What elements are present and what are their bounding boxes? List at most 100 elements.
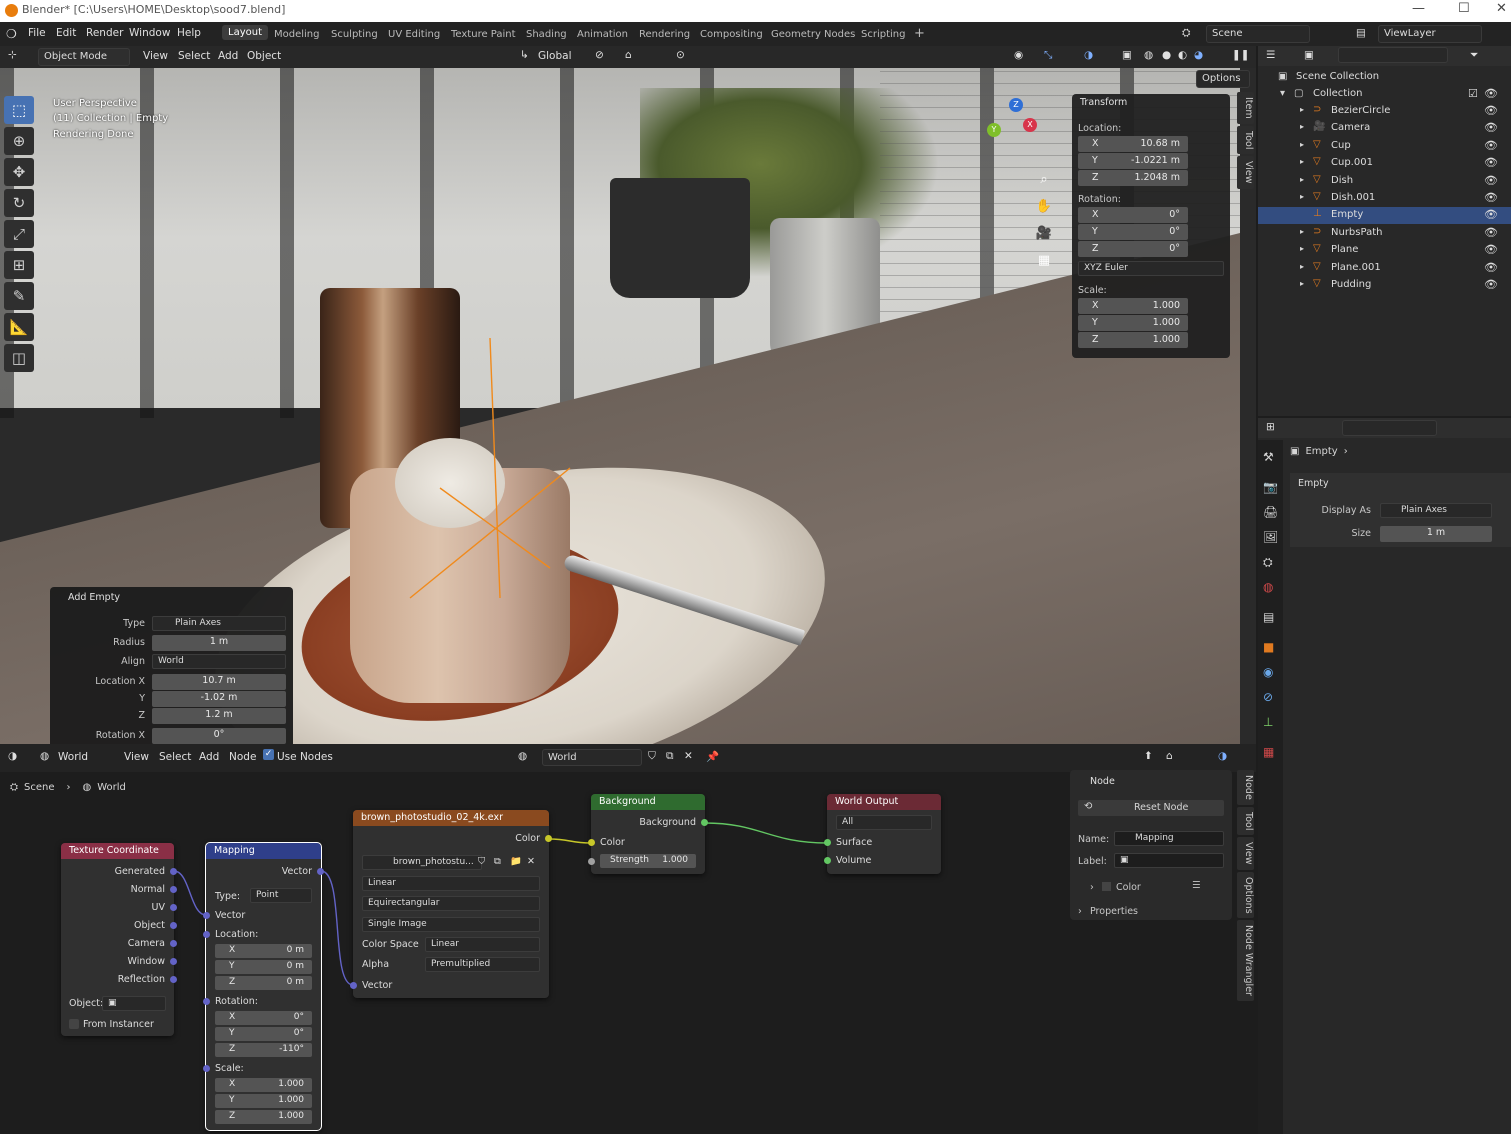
visibility-eye-icon[interactable]: 👁 xyxy=(1484,174,1498,187)
node-name-field[interactable]: Mapping xyxy=(1114,831,1224,846)
location-y-field[interactable]: Y -1.0221 m xyxy=(1078,153,1188,169)
camera-socket[interactable] xyxy=(170,940,177,947)
constraints-tab-icon[interactable]: ⊘ xyxy=(1263,690,1273,704)
visibility-eye-icon[interactable]: 👁 xyxy=(1484,121,1498,134)
scene-selector[interactable]: Scene xyxy=(1206,25,1310,43)
parent-node-icon[interactable]: ⬆ xyxy=(1144,750,1153,762)
scene-collection-row[interactable]: ▣ Scene Collection xyxy=(1258,69,1511,86)
scale-z-field[interactable]: Z 1.000 xyxy=(1078,332,1188,348)
environment-texture-header[interactable]: brown_photostudio_02_4k.exr xyxy=(353,810,549,826)
projection-select[interactable]: Equirectangular xyxy=(362,896,540,911)
3d-viewport[interactable]: ⊹ Object Mode View Select Add Object ↳ G… xyxy=(0,46,1256,744)
alpha-select[interactable]: Premultiplied xyxy=(425,957,540,972)
tab-view[interactable]: View xyxy=(1237,156,1254,189)
snap-node-icon[interactable]: ⌂ xyxy=(1166,750,1173,762)
expand-icon[interactable]: ▸ xyxy=(1300,157,1304,166)
zoom-icon[interactable]: ⌕ xyxy=(1033,169,1055,191)
tab-texture-paint[interactable]: Texture Paint xyxy=(451,29,516,40)
menu-help[interactable]: Help xyxy=(177,27,201,39)
collection-tab-icon[interactable]: ▤ xyxy=(1263,610,1274,624)
radius-field[interactable]: 1 m xyxy=(152,635,286,651)
normal-socket[interactable] xyxy=(170,886,177,893)
editor-type-icon[interactable]: ⊹ xyxy=(8,49,17,61)
type-select[interactable]: Plain Axes xyxy=(152,616,286,631)
tab-item[interactable]: Item xyxy=(1237,92,1254,124)
measure-icon[interactable]: 📐 xyxy=(4,313,34,341)
expand-icon[interactable]: ▸ xyxy=(1300,262,1304,271)
properties-editor-icon[interactable]: ⊞ xyxy=(1266,421,1275,433)
world-output-node[interactable]: World Output All Surface Volume xyxy=(824,794,941,874)
snap-icon[interactable]: ⌂ xyxy=(625,49,632,61)
properties-search-input[interactable] xyxy=(1342,420,1437,436)
tab-uv-editing[interactable]: UV Editing xyxy=(388,29,440,40)
scale-x-field[interactable]: X 1.000 xyxy=(1078,298,1188,314)
outliner-item[interactable]: ▸ ▽ Dish.001 👁 xyxy=(1258,190,1511,207)
add-workspace-icon[interactable]: + xyxy=(914,26,925,41)
mapping-rotation-x[interactable]: X 0° xyxy=(215,1011,312,1025)
expand-icon[interactable]: ▸ xyxy=(1300,192,1304,201)
location-z-field[interactable]: Z 1.2048 m xyxy=(1078,170,1188,186)
tab-modeling[interactable]: Modeling xyxy=(274,29,320,40)
background-output-socket[interactable] xyxy=(701,819,708,826)
expand-icon[interactable]: ▸ xyxy=(1300,105,1304,114)
output-tab-icon[interactable]: 🖨 xyxy=(1263,505,1278,519)
object-socket[interactable] xyxy=(170,922,177,929)
rotation-x-field[interactable]: X 0° xyxy=(1078,207,1188,223)
outliner-item[interactable]: ▸ ⊃ BezierCircle 👁 xyxy=(1258,103,1511,120)
physics-tab-icon[interactable]: ◉ xyxy=(1263,665,1273,679)
tab-node-wrangler[interactable]: Node Wrangler xyxy=(1237,920,1254,1002)
location-x-field[interactable]: X 10.68 m xyxy=(1078,136,1188,152)
mapping-node[interactable]: Mapping Vector Type: Point Vector Locati… xyxy=(203,842,324,1131)
expand-icon[interactable]: ▸ xyxy=(1300,279,1304,288)
from-instancer-checkbox[interactable] xyxy=(69,1019,79,1029)
visibility-eye-icon[interactable]: 👁 xyxy=(1484,226,1498,239)
node-overlay-icon[interactable]: ◑ xyxy=(1218,750,1227,762)
close-icon[interactable]: ✕ xyxy=(1496,1,1507,16)
image-open-icon[interactable]: 📁 xyxy=(510,856,522,867)
node-editor[interactable]: ◑ ◍ World View Select Add Node ✓ Use Nod… xyxy=(0,744,1256,1134)
collection-eye-icon[interactable]: 👁 xyxy=(1484,87,1498,100)
cursor-icon[interactable]: ⊕ xyxy=(4,127,34,155)
world-tab-icon[interactable]: ◍ xyxy=(1263,580,1273,594)
tab-node[interactable]: Node xyxy=(1237,770,1254,805)
environment-texture-node[interactable]: brown_photostudio_02_4k.exr Color brown_… xyxy=(350,810,552,998)
scene-tab-icon[interactable]: ⛭ xyxy=(1263,555,1273,570)
object-tab-icon[interactable]: ■ xyxy=(1263,640,1274,654)
gizmo-icon[interactable]: ⤡ xyxy=(1044,49,1052,62)
rendered-shading-icon[interactable]: ◕ xyxy=(1194,49,1203,61)
strength-socket[interactable] xyxy=(588,858,595,865)
mapping-location-socket[interactable] xyxy=(203,931,210,938)
tab-scripting[interactable]: Scripting xyxy=(861,29,905,40)
reflection-socket[interactable] xyxy=(170,976,177,983)
background-node[interactable]: Background Background Color Strength 1.00… xyxy=(588,794,708,874)
mapping-vector-input-socket[interactable] xyxy=(203,912,210,919)
annotate-icon[interactable]: ✎ xyxy=(4,282,34,310)
viewport-menu-select[interactable]: Select xyxy=(178,50,210,62)
tab-node-tool[interactable]: Tool xyxy=(1237,806,1254,836)
object-data-tab-icon[interactable]: ⊥ xyxy=(1263,715,1273,729)
tool-tab-icon[interactable]: ⚒ xyxy=(1263,450,1274,464)
expand-icon[interactable]: ▸ xyxy=(1300,175,1304,184)
world-output-header[interactable]: World Output xyxy=(827,794,941,810)
image-unlink-icon[interactable]: ✕ xyxy=(527,856,535,867)
mapping-type-select[interactable]: Point xyxy=(250,888,312,903)
pan-icon[interactable]: ✋ xyxy=(1033,196,1055,218)
xray-icon[interactable]: ▣ xyxy=(1122,49,1132,61)
tab-animation[interactable]: Animation xyxy=(577,29,628,40)
interpolation-select[interactable]: Linear xyxy=(362,876,540,891)
gizmo-x-icon[interactable]: X xyxy=(1023,118,1037,132)
mapping-scale-socket[interactable] xyxy=(203,1065,210,1072)
mapping-location-x[interactable]: X0 m xyxy=(215,944,312,958)
add-location-y-field[interactable]: -1.02 m xyxy=(152,691,286,707)
expand-icon[interactable]: ▸ xyxy=(1300,122,1304,131)
menu-file[interactable]: File xyxy=(28,27,46,39)
volume-socket[interactable] xyxy=(824,857,831,864)
node-panel-header[interactable]: Node xyxy=(1090,776,1115,787)
generated-socket[interactable] xyxy=(170,868,177,875)
visibility-icon[interactable]: ◉ xyxy=(1014,49,1023,61)
properties-expand-icon[interactable]: › xyxy=(1078,906,1082,917)
add-rotation-x-field[interactable]: 0° xyxy=(152,728,286,744)
outliner-item[interactable]: ▸ ▽ Cup 👁 xyxy=(1258,138,1511,155)
outliner-search-input[interactable] xyxy=(1338,47,1448,63)
outliner-item[interactable]: ▸ ▽ Pudding 👁 xyxy=(1258,277,1511,294)
